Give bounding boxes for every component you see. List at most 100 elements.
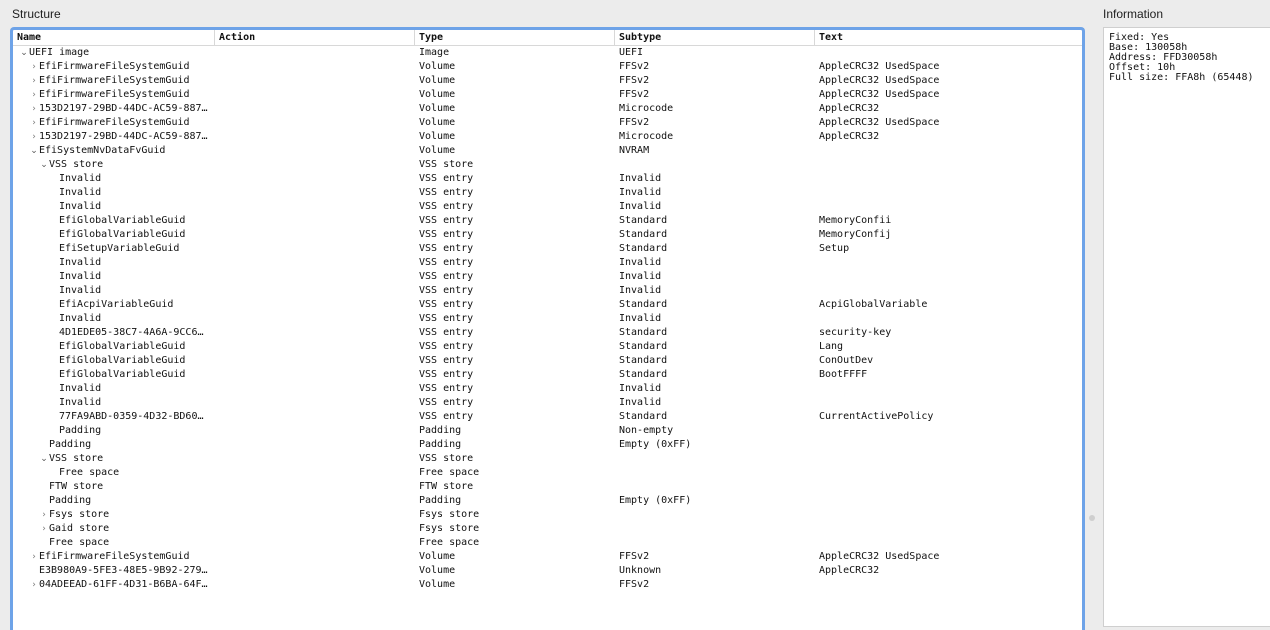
tree-row[interactable]: Invalid VSS entry Invalid [13, 200, 1082, 214]
tree-row-type: VSS entry [419, 313, 474, 324]
tree-row-text: Lang [819, 341, 844, 352]
tree-row[interactable]: EfiAcpiVariableGuid VSS entry Standard Acpi… [13, 298, 1082, 312]
tree-row-subtype: Standard [619, 327, 668, 338]
tree-row-type: VSS entry [419, 229, 474, 240]
tree-row-type: VSS entry [419, 383, 474, 394]
tree-row-label: 77FA9ABD-0359-4D32-BD60… [59, 411, 204, 422]
tree-row-label: EfiAcpiVariableGuid [59, 299, 174, 310]
column-header-text[interactable]: Text [815, 30, 1082, 45]
tree-row-label: EfiGlobalVariableGuid [59, 341, 186, 352]
tree-row[interactable]: Invalid VSS entry Invalid [13, 396, 1082, 410]
tree-row-text: BootFFFF [819, 369, 868, 380]
collapse-arrow-icon[interactable]: › [29, 578, 39, 592]
structure-tree[interactable]: Name Action Type Subtype Text ⌄UEFI imag… [10, 27, 1085, 630]
tree-row-type: Volume [419, 75, 456, 86]
tree-row[interactable]: Free space Free space [13, 536, 1082, 550]
tree-row[interactable]: › EfiFirmwareFileSystemGuid Volume FFSv2 App… [13, 74, 1082, 88]
tree-row[interactable]: ⌄VSS store VSS store [13, 452, 1082, 466]
collapse-arrow-icon[interactable]: › [29, 550, 39, 564]
tree-row[interactable]: › Gaid store Fsys store [13, 522, 1082, 536]
collapse-arrow-icon[interactable]: › [29, 74, 39, 88]
tree-row[interactable]: Invalid VSS entry Invalid [13, 270, 1082, 284]
tree-row[interactable]: EfiGlobalVariableGuid VSS entry Standard La… [13, 340, 1082, 354]
collapse-arrow-icon[interactable]: › [29, 102, 39, 116]
column-header-name[interactable]: Name [13, 30, 215, 45]
tree-row[interactable]: ⌄UEFI image Image UEFI [13, 46, 1082, 60]
collapse-arrow-icon[interactable]: › [29, 88, 39, 102]
tree-row[interactable]: Invalid VSS entry Invalid [13, 382, 1082, 396]
tree-row[interactable]: Invalid VSS entry Invalid [13, 284, 1082, 298]
expand-arrow-icon[interactable]: ⌄ [29, 144, 39, 158]
tree-row-label: EfiSetupVariableGuid [59, 243, 180, 254]
tree-row[interactable]: Padding Padding Empty (0xFF) [13, 438, 1082, 452]
tree-row[interactable]: › EfiFirmwareFileSystemGuid Volume FFSv2 App… [13, 60, 1082, 74]
expand-arrow-icon[interactable]: ⌄ [39, 158, 49, 172]
tree-row[interactable]: › 153D2197-29BD-44DC-AC59-887… Volume Micro… [13, 102, 1082, 116]
tree-row-type: VSS entry [419, 341, 474, 352]
tree-row-text: Setup [819, 243, 850, 254]
tree-row[interactable]: › 04ADEEAD-61FF-4D31-B6BA-64F… Volume FFSv2 [13, 578, 1082, 592]
tree-row-type: Free space [419, 467, 480, 478]
tree-row[interactable]: Invalid VSS entry Invalid [13, 256, 1082, 270]
tree-row[interactable]: EfiGlobalVariableGuid VSS entry Standard Bo… [13, 368, 1082, 382]
tree-row[interactable]: EfiGlobalVariableGuid VSS entry Standard Me… [13, 214, 1082, 228]
collapse-arrow-icon[interactable]: › [39, 522, 49, 536]
collapse-arrow-icon[interactable]: › [29, 60, 39, 74]
tree-row[interactable]: 77FA9ABD-0359-4D32-BD60… VSS entry Standar… [13, 410, 1082, 424]
tree-row-name: Padding [13, 494, 241, 508]
expand-arrow-icon[interactable]: ⌄ [19, 46, 29, 60]
splitter-handle[interactable] [1089, 515, 1095, 521]
tree-row-name: › EfiFirmwareFileSystemGuid [13, 550, 231, 564]
tree-row-subtype: Invalid [619, 257, 662, 268]
tree-row-label: EfiGlobalVariableGuid [59, 229, 186, 240]
column-header-subtype[interactable]: Subtype [615, 30, 815, 45]
tree-row-subtype: Invalid [619, 173, 662, 184]
tree-row-text: MemoryConfij [819, 229, 892, 240]
tree-row[interactable]: Invalid VSS entry Invalid [13, 186, 1082, 200]
tree-row-name: EfiGlobalVariableGuid [13, 368, 251, 382]
tree-header: Name Action Type Subtype Text [13, 30, 1082, 46]
tree-row[interactable]: EfiSetupVariableGuid VSS entry Standard Set… [13, 242, 1082, 256]
tree-row-subtype: Standard [619, 411, 668, 422]
tree-row-name: › EfiFirmwareFileSystemGuid [13, 88, 231, 102]
tree-row[interactable]: Invalid VSS entry Invalid [13, 172, 1082, 186]
tree-row[interactable]: › EfiFirmwareFileSystemGuid Volume FFSv2 App… [13, 550, 1082, 564]
tree-row[interactable]: › Fsys store Fsys store [13, 508, 1082, 522]
tree-row-name: ⌄UEFI image [13, 46, 221, 60]
tree-row[interactable]: Padding Padding Empty (0xFF) [13, 494, 1082, 508]
tree-row[interactable]: › EfiFirmwareFileSystemGuid Volume FFSv2 App… [13, 88, 1082, 102]
tree-row[interactable]: FTW store FTW store [13, 480, 1082, 494]
tree-row-label: 4D1EDE05-38C7-4A6A-9CC6… [59, 327, 204, 338]
tree-row-name: › 153D2197-29BD-44DC-AC59-887… [13, 130, 231, 144]
tree-row[interactable]: Invalid VSS entry Invalid [13, 312, 1082, 326]
tree-row-text: AppleCRC32 UsedSpace [819, 61, 940, 72]
tree-row-type: Volume [419, 89, 456, 100]
tree-row[interactable]: Free space Free space [13, 466, 1082, 480]
collapse-arrow-icon[interactable]: › [39, 508, 49, 522]
tree-row[interactable]: E3B980A9-5FE3-48E5-9B92-279… Volume Unknow… [13, 564, 1082, 578]
collapse-arrow-icon[interactable]: › [29, 116, 39, 130]
tree-row[interactable]: EfiGlobalVariableGuid VSS entry Standard Me… [13, 228, 1082, 242]
expand-arrow-icon[interactable]: ⌄ [39, 452, 49, 466]
tree-row-label: EfiSystemNvDataFvGuid [39, 145, 166, 156]
column-header-action[interactable]: Action [215, 30, 415, 45]
tree-row-label: Invalid [59, 271, 102, 282]
tree-body: ⌄UEFI image Image UEFI › EfiFirmwareFileSyst… [13, 46, 1082, 592]
tree-row-subtype: Invalid [619, 201, 662, 212]
tree-row[interactable]: › 153D2197-29BD-44DC-AC59-887… Volume Micro… [13, 130, 1082, 144]
tree-row[interactable]: ⌄EfiSystemNvDataFvGuid Volume NVRAM [13, 144, 1082, 158]
tree-row-label: EfiGlobalVariableGuid [59, 215, 186, 226]
tree-row-type: Volume [419, 551, 456, 562]
tree-row-type: VSS entry [419, 173, 474, 184]
tree-row[interactable]: EfiGlobalVariableGuid VSS entry Standard Co… [13, 354, 1082, 368]
tree-row-label: EfiFirmwareFileSystemGuid [39, 89, 190, 100]
tree-row-type: VSS entry [419, 257, 474, 268]
tree-row[interactable]: › EfiFirmwareFileSystemGuid Volume FFSv2 App… [13, 116, 1082, 130]
tree-row-name: Invalid [13, 396, 251, 410]
collapse-arrow-icon[interactable]: › [29, 130, 39, 144]
tree-row[interactable]: ⌄VSS store VSS store [13, 158, 1082, 172]
tree-row-label: Invalid [59, 285, 102, 296]
tree-row[interactable]: 4D1EDE05-38C7-4A6A-9CC6… VSS entry Standar… [13, 326, 1082, 340]
column-header-type[interactable]: Type [415, 30, 615, 45]
tree-row[interactable]: Padding Padding Non-empty [13, 424, 1082, 438]
